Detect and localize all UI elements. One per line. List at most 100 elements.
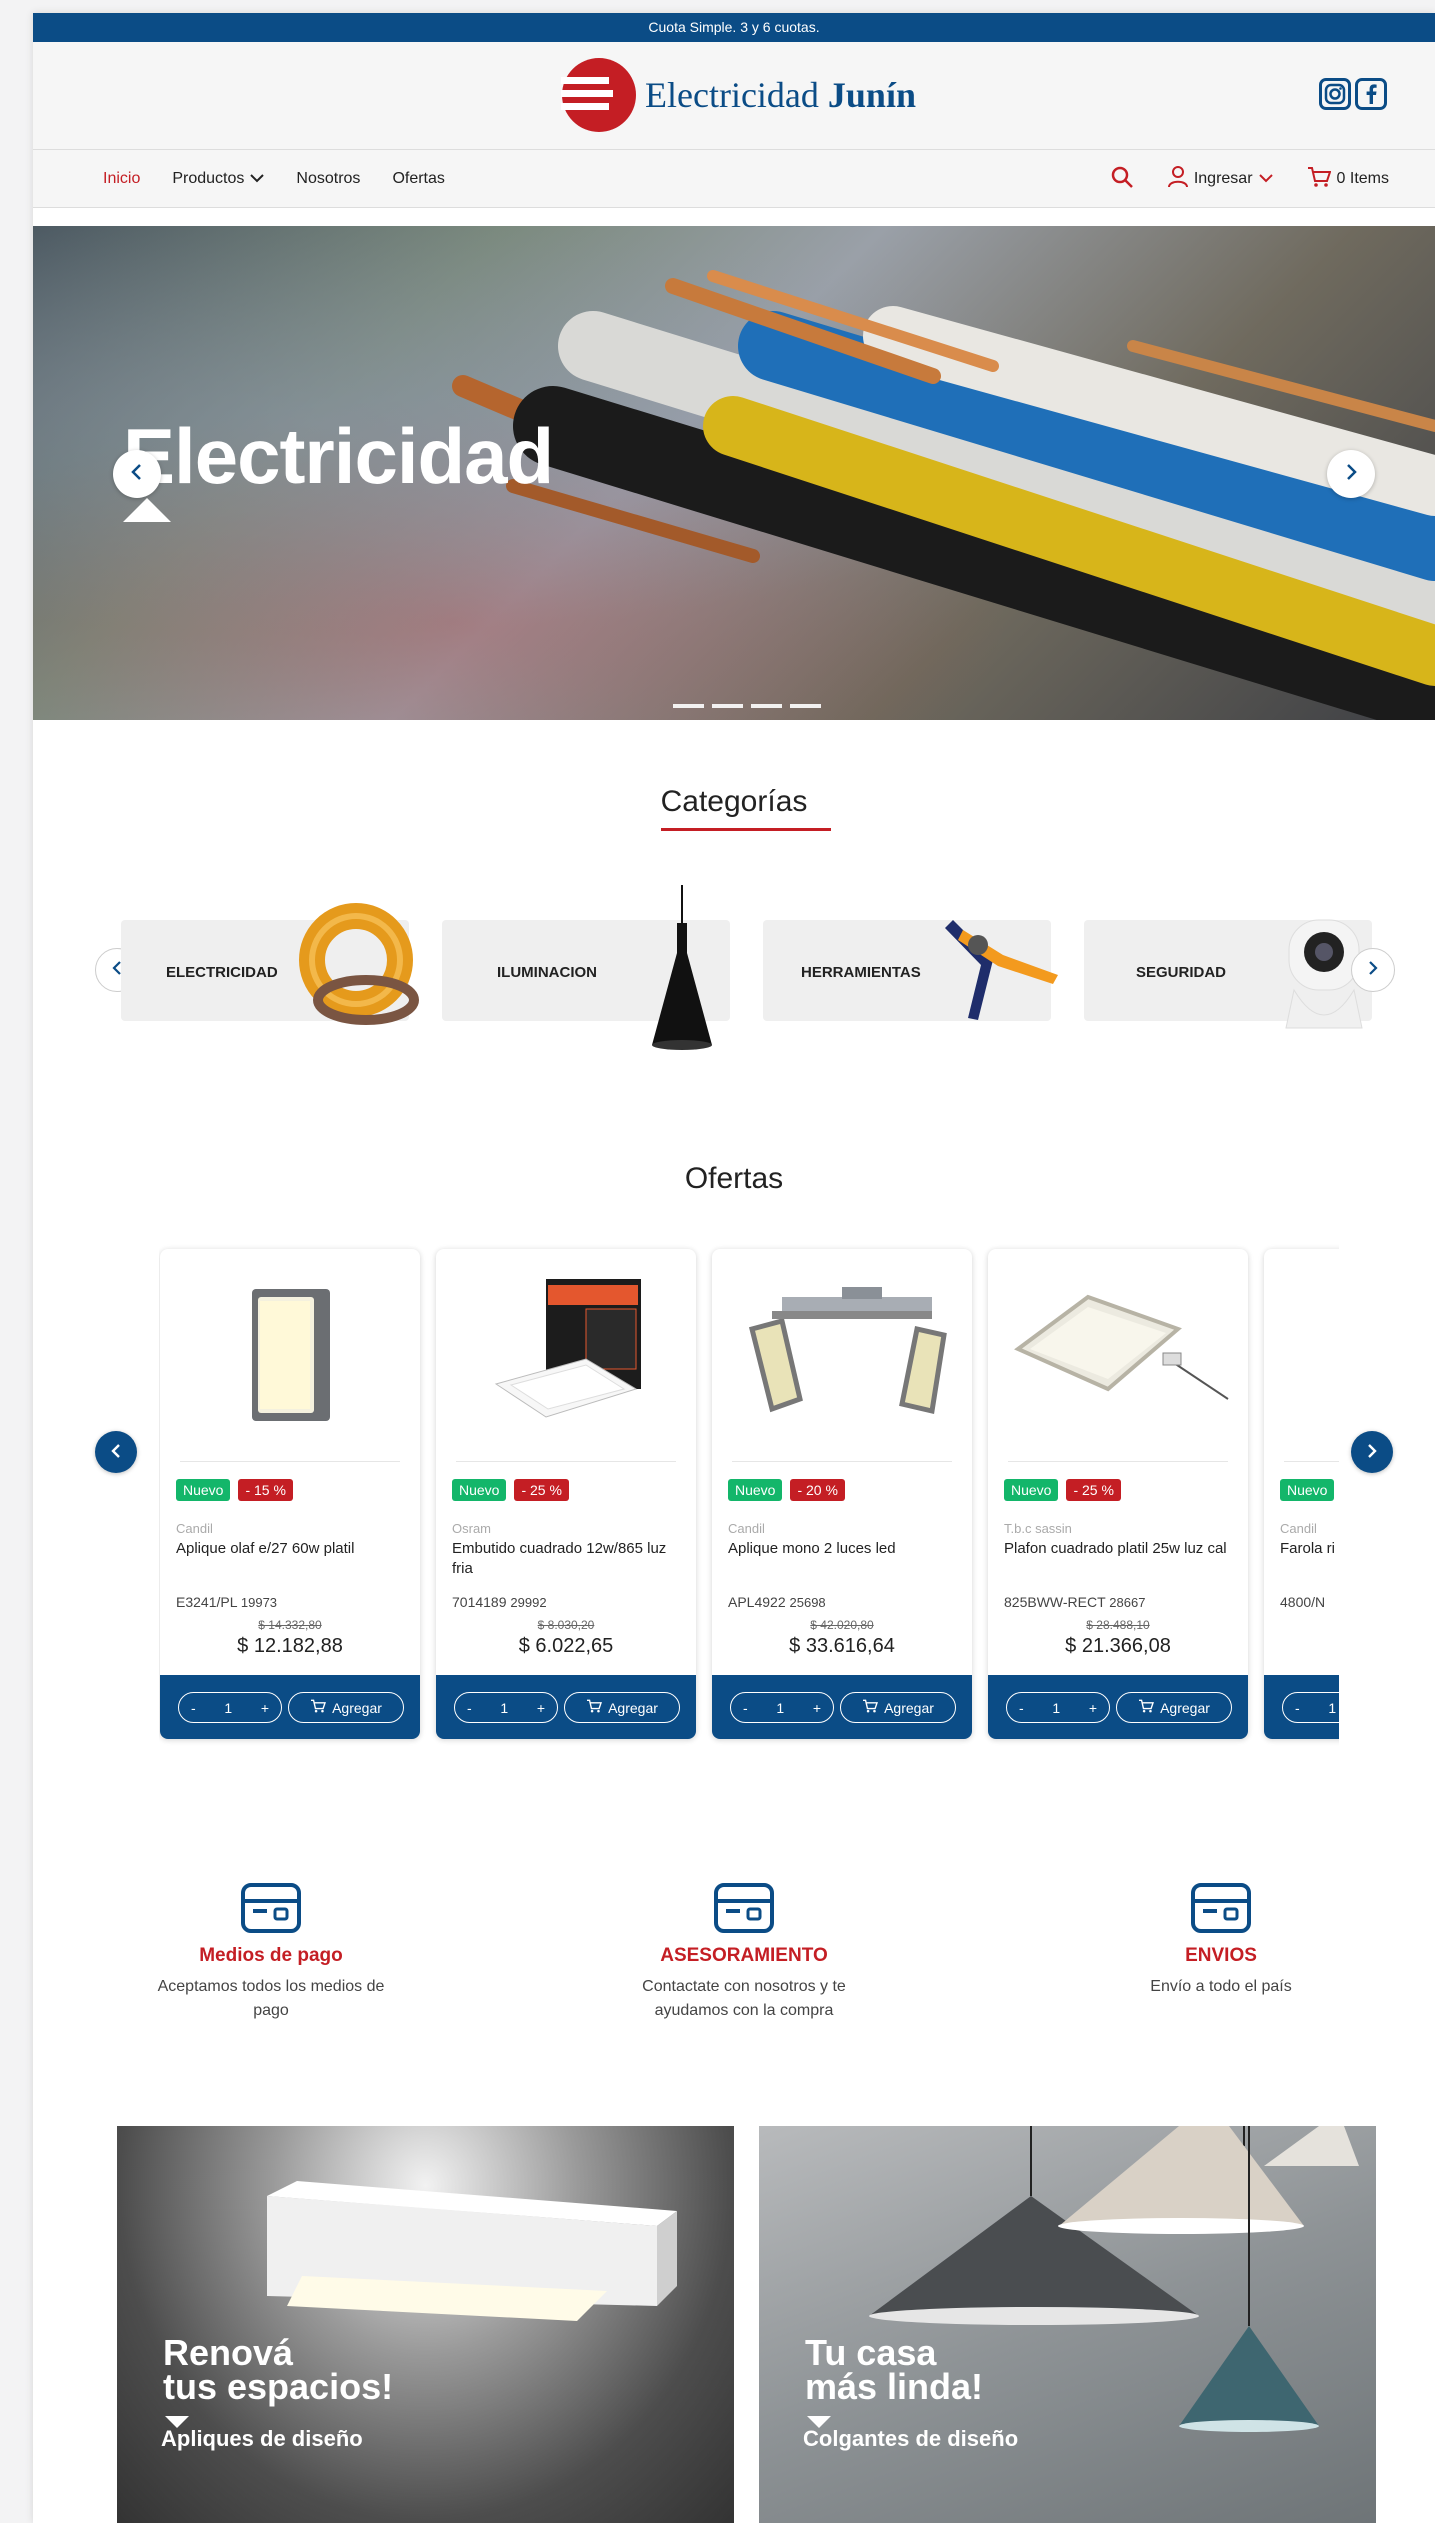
increment-button[interactable]: + bbox=[813, 1700, 821, 1716]
chevron-down-icon bbox=[250, 170, 265, 188]
product-card[interactable]: Nuevo - 20 % Candil Aplique mono 2 luces… bbox=[712, 1249, 972, 1739]
hero-dot[interactable] bbox=[712, 704, 743, 708]
card-actions: - 1 + Agregar bbox=[160, 1675, 420, 1739]
hero-next-button[interactable] bbox=[1327, 450, 1375, 498]
add-to-cart-button[interactable]: Agregar bbox=[288, 1692, 404, 1723]
nav-item-productos[interactable]: Productos bbox=[172, 170, 265, 188]
logo-mark-icon bbox=[561, 57, 637, 133]
card-actions: - 1 + Agregar bbox=[988, 1675, 1248, 1739]
product-name[interactable]: Farola ri bbox=[1280, 1539, 1339, 1559]
product-sku-code: E3241/PL bbox=[176, 1594, 237, 1610]
product-sku-code: APL4922 bbox=[728, 1594, 786, 1610]
banner-colgantes[interactable]: Tu casa más linda! Colgantes de diseño bbox=[759, 2126, 1376, 2523]
hero-dot[interactable] bbox=[790, 704, 821, 708]
offers-next-button[interactable] bbox=[1351, 1431, 1393, 1473]
logo[interactable]: Electricidad Junín bbox=[561, 57, 916, 133]
cart-icon bbox=[1138, 1699, 1155, 1716]
increment-button[interactable]: + bbox=[261, 1700, 269, 1716]
add-to-cart-button[interactable]: Agregar bbox=[840, 1692, 956, 1723]
product-price: $ 21.366,08 bbox=[1065, 1635, 1171, 1657]
product-image bbox=[252, 1289, 330, 1421]
feature-text: Envío a todo el país bbox=[1150, 1978, 1292, 1995]
category-card-electricidad[interactable]: ELECTRICIDAD bbox=[121, 903, 419, 1025]
banner-apliques[interactable]: Renová tus espacios! Apliques de diseño bbox=[117, 2126, 734, 2523]
chevron-right-icon bbox=[1367, 959, 1379, 982]
new-badge: Nuevo bbox=[728, 1479, 783, 1501]
brand-name-light: Electricidad bbox=[645, 75, 819, 115]
offers-prev-button[interactable] bbox=[95, 1431, 137, 1473]
product-name[interactable]: Aplique olaf e/27 60w platil bbox=[176, 1539, 406, 1559]
search-button[interactable] bbox=[1110, 165, 1134, 194]
new-badge: Nuevo bbox=[452, 1479, 507, 1501]
product-brand: Osram bbox=[452, 1521, 491, 1536]
decrement-button[interactable]: - bbox=[743, 1700, 748, 1716]
discount-badge: - 15 % bbox=[238, 1479, 293, 1501]
categories-next-button[interactable] bbox=[1351, 948, 1395, 992]
product-card[interactable]: Nuevo Candil Farola ri 4800/N - 1 + bbox=[1264, 1249, 1339, 1739]
quantity-value[interactable]: 1 bbox=[224, 1700, 232, 1716]
increment-button[interactable]: + bbox=[1089, 1700, 1097, 1716]
hero-dot[interactable] bbox=[673, 704, 704, 708]
login-menu[interactable]: Ingresar bbox=[1167, 165, 1273, 193]
product-name[interactable]: Plafon cuadrado platil 25w luz cal bbox=[1004, 1539, 1234, 1559]
quantity-stepper: - 1 + bbox=[730, 1692, 834, 1723]
chevron-right-icon bbox=[1344, 461, 1358, 487]
instagram-icon[interactable] bbox=[1319, 78, 1351, 110]
cart-button[interactable]: 0 Items bbox=[1307, 166, 1389, 193]
discount-badge: - 20 % bbox=[790, 1479, 845, 1501]
feature-advice: ASESORAMIENTO Contactate con nosotros y … bbox=[624, 1883, 864, 2023]
add-to-cart-button[interactable]: Agregar bbox=[564, 1692, 680, 1723]
new-badge: Nuevo bbox=[1004, 1479, 1059, 1501]
product-badges: Nuevo - 15 % bbox=[176, 1479, 293, 1501]
product-card[interactable]: Nuevo - 15 % Candil Aplique olaf e/27 60… bbox=[160, 1249, 420, 1739]
quantity-stepper: - 1 + bbox=[178, 1692, 282, 1723]
category-card-seguridad[interactable]: SEGURIDAD bbox=[1084, 919, 1372, 1029]
hero-title: Electricidad bbox=[123, 412, 554, 500]
nav-item-ofertas[interactable]: Ofertas bbox=[392, 170, 444, 188]
product-image bbox=[748, 1287, 947, 1415]
quantity-value[interactable]: 1 bbox=[1052, 1700, 1060, 1716]
product-badges: Nuevo bbox=[1280, 1479, 1335, 1501]
search-icon bbox=[1110, 165, 1134, 194]
feature-payment: Medios de pago Aceptamos todos los medio… bbox=[151, 1883, 391, 2023]
quantity-value[interactable]: 1 bbox=[776, 1700, 784, 1716]
decrement-button[interactable]: - bbox=[1295, 1700, 1300, 1716]
add-to-cart-button[interactable]: Agregar bbox=[1116, 1692, 1232, 1723]
chevron-left-icon bbox=[130, 461, 144, 487]
banner-title-line: más linda! bbox=[805, 2366, 984, 2407]
nav-item-inicio[interactable]: Inicio bbox=[103, 170, 140, 188]
nav-item-nosotros[interactable]: Nosotros bbox=[296, 170, 360, 188]
product-card[interactable]: Nuevo - 25 % Osram Embutido cuadrado 12w… bbox=[436, 1249, 696, 1739]
promo-bar: Cuota Simple. 3 y 6 cuotas. bbox=[33, 13, 1435, 42]
increment-button[interactable]: + bbox=[537, 1700, 545, 1716]
quantity-value[interactable]: 1 bbox=[500, 1700, 508, 1716]
nav-links: Inicio Productos Nosotros Ofertas bbox=[103, 150, 477, 208]
category-card-iluminacion[interactable]: ILUMINACION bbox=[442, 885, 730, 1050]
new-badge: Nuevo bbox=[176, 1479, 231, 1501]
category-card-herramientas[interactable]: HERRAMIENTAS bbox=[763, 920, 1058, 1021]
decrement-button[interactable]: - bbox=[1019, 1700, 1024, 1716]
product-id: 28667 bbox=[1109, 1595, 1146, 1610]
hero-pagination bbox=[673, 704, 821, 708]
brand-name: Electricidad Junín bbox=[645, 74, 916, 116]
product-name[interactable]: Embutido cuadrado 12w/865 luz fria bbox=[452, 1539, 682, 1579]
quantity-value[interactable]: 1 bbox=[1328, 1700, 1336, 1716]
hero-prev-button[interactable] bbox=[113, 450, 161, 498]
banner-title: Tu casa más linda! bbox=[805, 2335, 984, 2407]
product-card[interactable]: Nuevo - 25 % T.b.c sassin Plafon cuadrad… bbox=[988, 1249, 1248, 1739]
feature-text: Aceptamos todos los medios de pago bbox=[157, 1978, 385, 2019]
decrement-button[interactable]: - bbox=[191, 1700, 196, 1716]
product-name[interactable]: Aplique mono 2 luces led bbox=[728, 1539, 958, 1559]
decrement-button[interactable]: - bbox=[467, 1700, 472, 1716]
banner-title-line: tus espacios! bbox=[163, 2366, 394, 2407]
feature-title: ENVIOS bbox=[1185, 1945, 1257, 1966]
hero-dot[interactable] bbox=[751, 704, 782, 708]
cable-coil-image bbox=[299, 903, 419, 1025]
categories-title: Categorías bbox=[660, 785, 808, 818]
brand-name-bold: Junín bbox=[827, 75, 916, 115]
banner-subtitle: Colgantes de diseño bbox=[803, 2426, 1019, 2451]
card-separator bbox=[456, 1461, 676, 1462]
card-separator bbox=[732, 1461, 952, 1462]
facebook-icon[interactable] bbox=[1355, 78, 1387, 110]
product-sku: 4800/N bbox=[1280, 1594, 1326, 1610]
